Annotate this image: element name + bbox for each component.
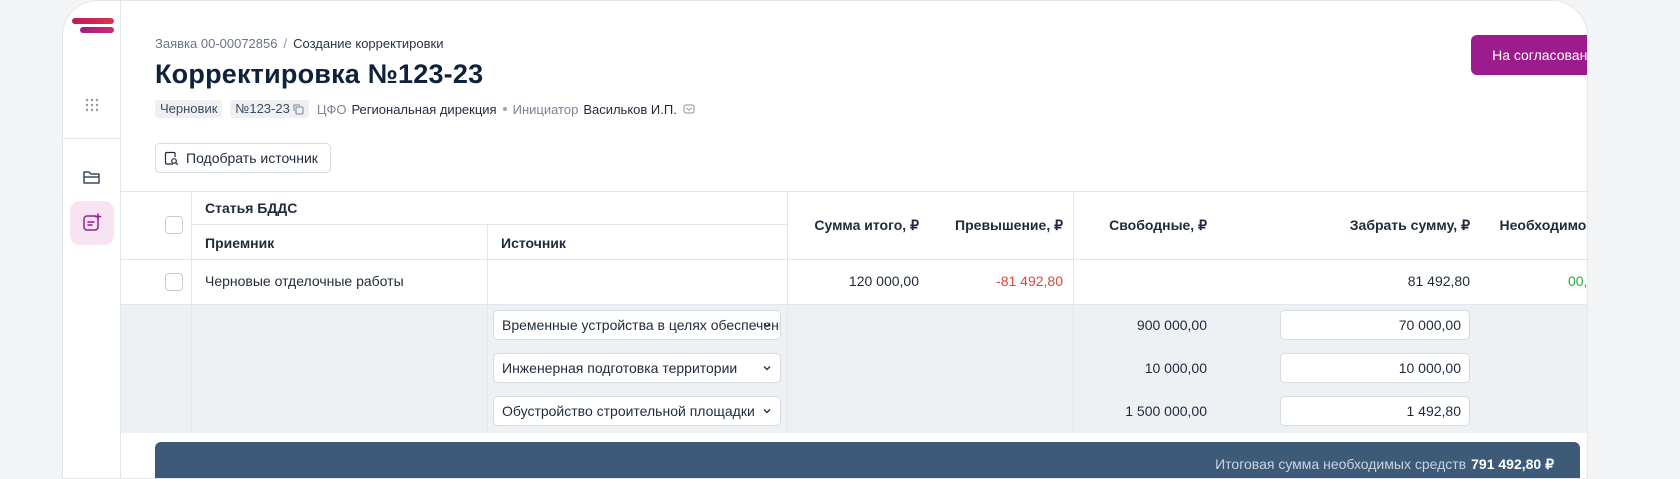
header-bottom-border — [121, 259, 1587, 260]
total-summary-bar: Итоговая сумма необходимых средств 791 4… — [155, 442, 1580, 478]
breadcrumb-separator: / — [283, 36, 288, 51]
take-amount-input[interactable]: 1 492,80 — [1280, 396, 1470, 426]
total-cell: 120 000,00 — [848, 273, 919, 289]
breadcrumb: Заявка 00-00072856 / Создание корректировк… — [155, 36, 443, 51]
col-header-article[interactable]: Статья БДДС — [205, 200, 297, 216]
doc-search-icon — [164, 151, 179, 165]
chevron-down-icon — [763, 366, 771, 371]
col-header-total[interactable]: Сумма итого, ₽ — [787, 217, 919, 234]
status-badge: Черновик — [155, 100, 223, 118]
source-select[interactable]: Обустройство строительной площадки — [493, 396, 781, 426]
app-window: Заявка 00-00072856 / Создание корректировк… — [62, 0, 1588, 479]
col-divider-2 — [487, 224, 488, 433]
document-meta: Черновик №123-23 ЦФО Региональная дирекц… — [155, 100, 695, 118]
header-inner-divider — [191, 224, 787, 225]
take-amount-input[interactable]: 10 000,00 — [1280, 353, 1470, 383]
meta-dot-separator — [502, 107, 507, 111]
folder-icon[interactable] — [70, 155, 114, 199]
table-top-border — [121, 191, 1587, 192]
number-badge[interactable]: №123-23 — [230, 100, 309, 118]
source-select-value: Временные устройства в целях обеспечения — [502, 317, 781, 333]
side-rail — [63, 1, 121, 478]
free-cell: 900 000,00 — [1136, 317, 1207, 333]
breadcrumb-parent-link[interactable]: Заявка 00-00072856 — [155, 36, 277, 51]
mail-icon[interactable] — [683, 103, 695, 115]
total-summary-value: 791 492,80 ₽ — [1471, 455, 1554, 472]
col-header-receiver[interactable]: Приемник — [205, 235, 274, 251]
col-header-take[interactable]: Забрать сумму, ₽ — [1221, 217, 1470, 234]
excess-cell: -81 492,80 — [996, 273, 1063, 289]
total-summary-label: Итоговая сумма необходимых средств — [1215, 456, 1467, 472]
receiver-cell: Черновые отделочные работы — [205, 273, 404, 289]
col-header-excess[interactable]: Превышение, ₽ — [921, 217, 1063, 234]
pick-source-label: Подобрать источник — [186, 150, 318, 166]
send-for-approval-label: На согласование — [1492, 47, 1588, 63]
chevron-down-icon — [763, 323, 771, 328]
pick-source-button[interactable]: Подобрать источник — [155, 143, 331, 173]
take-cell: 81 492,80 — [1407, 273, 1470, 289]
col-header-source[interactable]: Источник — [501, 235, 566, 251]
rail-divider — [63, 138, 121, 139]
source-select-value: Инженерная подготовка территории — [502, 360, 738, 376]
page-title: Корректировка №123-23 — [155, 59, 484, 89]
free-cell: 10 000,00 — [1144, 360, 1207, 376]
cfo-label: ЦФО — [316, 101, 347, 117]
free-cell: 1 500 000,00 — [1125, 403, 1207, 419]
row-checkbox[interactable] — [165, 273, 183, 291]
source-select-value: Обустройство строительной площадки — [502, 403, 755, 419]
initiator-label: Инициатор — [512, 101, 579, 117]
col-divider-1 — [191, 191, 192, 433]
select-all-checkbox[interactable] — [165, 216, 183, 234]
take-amount-input[interactable]: 70 000,00 — [1280, 310, 1470, 340]
apps-grid-icon[interactable] — [70, 83, 114, 127]
number-badge-label: №123-23 — [235, 101, 290, 116]
main-row-border — [121, 304, 1587, 305]
source-select[interactable]: Инженерная подготовка территории — [493, 353, 781, 383]
main-content: Заявка 00-00072856 / Создание корректировк… — [121, 1, 1587, 478]
col-header-needed[interactable]: Необходимо, ₽ — [1481, 217, 1587, 234]
breadcrumb-current: Создание корректировки — [293, 36, 444, 51]
chevron-down-icon — [763, 409, 771, 414]
col-header-free[interactable]: Свободные, ₽ — [1073, 217, 1207, 234]
needed-cell: 00,00 — [1567, 273, 1588, 289]
corrections-icon[interactable] — [70, 201, 114, 245]
source-select[interactable]: Временные устройства в целях обеспечения — [493, 310, 781, 340]
cfo-value: Региональная дирекция — [351, 101, 497, 117]
send-for-approval-button[interactable]: На согласование — [1471, 35, 1588, 75]
brand-logo — [72, 18, 114, 36]
initiator-value: Васильков И.П. — [583, 101, 677, 117]
copy-icon[interactable] — [293, 104, 304, 115]
